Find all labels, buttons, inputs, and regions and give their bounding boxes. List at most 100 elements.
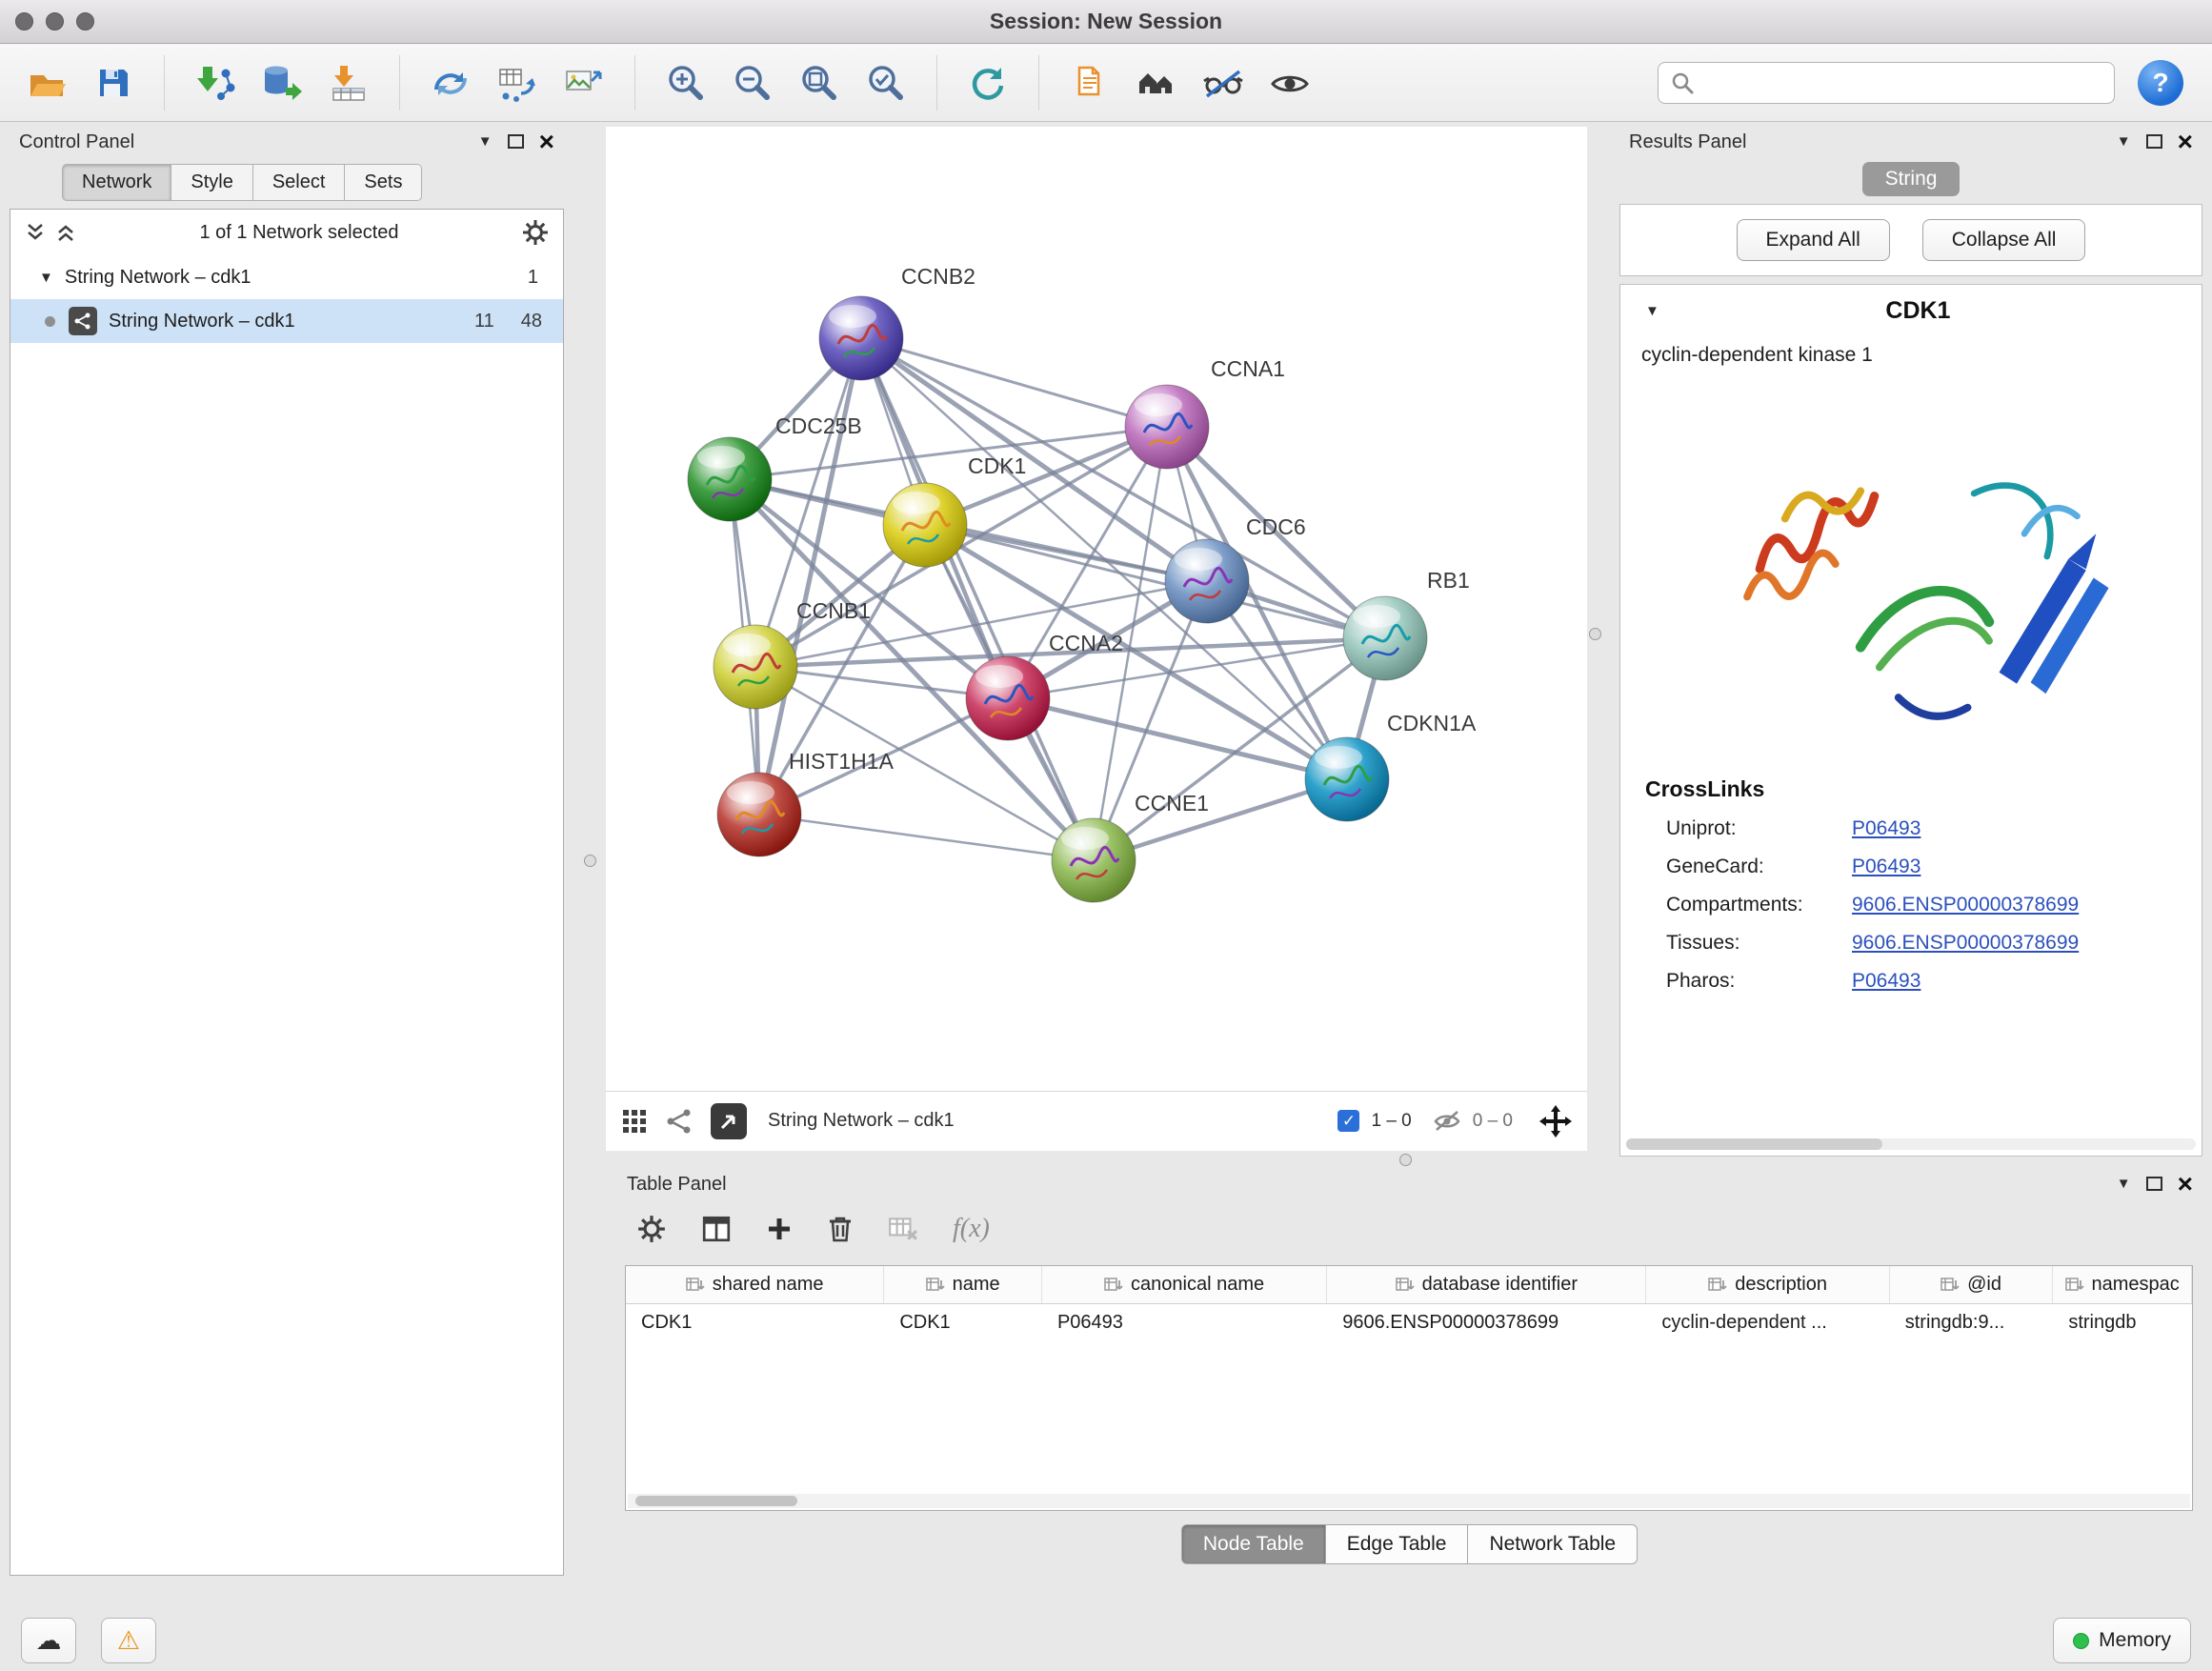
hidden-eye-icon[interactable] (1433, 1109, 1461, 1134)
close-panel-icon[interactable]: × (2178, 1174, 2193, 1195)
network-node-ccna1[interactable] (1125, 385, 1209, 469)
zoom-window-button[interactable] (76, 12, 94, 30)
zoom-selected-icon[interactable] (864, 61, 908, 105)
collapse-all-button[interactable]: Collapse All (1922, 219, 2086, 261)
network-edge[interactable] (759, 815, 1094, 860)
close-panel-icon[interactable]: × (539, 131, 554, 152)
tab-style[interactable]: Style (171, 164, 252, 201)
float-panel-icon[interactable] (2146, 134, 2162, 149)
network-node-ccne1[interactable] (1052, 818, 1136, 902)
open-in-string-button[interactable] (711, 1103, 747, 1139)
panel-menu-caret-icon[interactable]: ▼ (478, 134, 493, 149)
help-button[interactable]: ? (2138, 60, 2183, 106)
horizontal-scrollbar[interactable] (628, 1494, 2190, 1508)
gear-icon[interactable] (521, 218, 550, 247)
float-panel-icon[interactable] (508, 134, 524, 149)
save-session-icon[interactable] (91, 61, 135, 105)
column-header[interactable]: database identifier (1327, 1266, 1646, 1303)
apply-layout-icon[interactable] (966, 61, 1010, 105)
network-node-cdk1[interactable] (883, 483, 967, 567)
column-header[interactable]: canonical name (1042, 1266, 1327, 1303)
column-header[interactable]: description (1646, 1266, 1889, 1303)
warnings-button[interactable]: ⚠ (101, 1618, 156, 1663)
tab-network[interactable]: Network (62, 164, 171, 201)
import-network-file-icon[interactable] (193, 61, 237, 105)
table-cell[interactable]: P06493 (1042, 1304, 1327, 1344)
splitter-handle[interactable] (584, 855, 596, 867)
search-input[interactable] (1702, 71, 2102, 93)
network-row-selected[interactable]: String Network – cdk1 11 48 (10, 299, 563, 343)
column-header[interactable]: @id (1890, 1266, 2054, 1303)
show-all-eye-icon[interactable] (1268, 61, 1312, 105)
table-cell[interactable]: stringdb:9... (1890, 1304, 2054, 1344)
column-header[interactable]: name (884, 1266, 1042, 1303)
tab-string[interactable]: String (1862, 162, 1961, 196)
function-builder-button[interactable]: f(x) (953, 1214, 990, 1244)
crosslink-link[interactable]: 9606.ENSP00000378699 (1852, 932, 2079, 955)
export-image-icon[interactable] (562, 61, 606, 105)
open-session-icon[interactable] (25, 61, 69, 105)
cloud-services-button[interactable]: ☁ (21, 1618, 76, 1663)
network-node-ccnb2[interactable] (819, 296, 903, 380)
splitter-handle[interactable] (1399, 1154, 1412, 1166)
grid-view-icon[interactable] (621, 1108, 648, 1135)
horizontal-scrollbar[interactable] (1626, 1138, 2196, 1150)
network-edge[interactable] (861, 338, 1167, 427)
zoom-out-icon[interactable] (731, 61, 774, 105)
network-from-table-icon[interactable] (495, 61, 539, 105)
add-column-plus-icon[interactable] (766, 1216, 793, 1242)
network-canvas[interactable]: CCNB2CCNA1CDC25BCDK1CDC6RB1CCNB1CCNA2CDK… (606, 127, 1587, 1091)
tab-sets[interactable]: Sets (344, 164, 422, 201)
network-node-rb1[interactable] (1343, 596, 1427, 680)
import-network-database-icon[interactable] (260, 61, 304, 105)
close-window-button[interactable] (15, 12, 33, 30)
network-node-cdc25b[interactable] (688, 437, 772, 521)
table-cell[interactable]: 9606.ENSP00000378699 (1327, 1304, 1646, 1344)
column-header[interactable]: shared name (626, 1266, 884, 1303)
network-collection-row[interactable]: ▼ String Network – cdk1 1 (10, 255, 563, 299)
close-panel-icon[interactable]: × (2178, 131, 2193, 152)
expand-all-button[interactable]: Expand All (1737, 219, 1890, 261)
network-node-cdkn1a[interactable] (1305, 737, 1389, 821)
import-table-icon[interactable] (327, 61, 371, 105)
crosslink-link[interactable]: P06493 (1852, 970, 1920, 993)
tab-select[interactable]: Select (252, 164, 346, 201)
table-row[interactable]: CDK1 CDK1 P06493 9606.ENSP00000378699 cy… (626, 1304, 2192, 1344)
network-node-ccnb1[interactable] (714, 625, 797, 709)
tree-expand-caret-icon[interactable]: ▼ (39, 271, 53, 285)
zoom-fit-icon[interactable] (797, 61, 841, 105)
show-columns-icon[interactable] (701, 1214, 732, 1244)
panel-menu-caret-icon[interactable]: ▼ (2117, 134, 2131, 149)
fit-selected-crosshair-icon[interactable] (1539, 1105, 1572, 1137)
table-cell[interactable]: stringdb (2053, 1304, 2192, 1344)
selected-checkbox-icon[interactable]: ✓ (1337, 1110, 1359, 1132)
tab-edge-table[interactable]: Edge Table (1325, 1524, 1469, 1564)
network-edge[interactable] (861, 338, 1094, 860)
copy-document-icon[interactable] (1068, 61, 1112, 105)
table-cell[interactable]: CDK1 (884, 1304, 1042, 1344)
birds-eye-view-icon[interactable] (1135, 61, 1178, 105)
crosslink-link[interactable]: P06493 (1852, 817, 1920, 840)
tab-node-table[interactable]: Node Table (1181, 1524, 1326, 1564)
memory-button[interactable]: Memory (2053, 1618, 2191, 1663)
network-node-hist1h1a[interactable] (717, 773, 801, 856)
delete-column-trash-icon[interactable] (827, 1215, 854, 1243)
hide-selected-glasses-icon[interactable] (1201, 61, 1245, 105)
clone-network-icon[interactable] (429, 61, 473, 105)
tab-network-table[interactable]: Network Table (1467, 1524, 1638, 1564)
expand-all-icon[interactable] (54, 221, 77, 244)
column-header[interactable]: namespac (2053, 1266, 2192, 1303)
entry-collapse-caret-icon[interactable]: ▼ (1645, 304, 1659, 318)
table-cell[interactable]: cyclin-dependent ... (1646, 1304, 1889, 1344)
splitter-handle[interactable] (1589, 628, 1601, 640)
zoom-in-icon[interactable] (664, 61, 708, 105)
collapse-all-icon[interactable] (24, 221, 47, 244)
network-edge[interactable] (1008, 698, 1347, 779)
crosslink-link[interactable]: 9606.ENSP00000378699 (1852, 894, 2079, 916)
network-edge[interactable] (759, 338, 861, 815)
table-settings-gear-icon[interactable] (636, 1214, 667, 1244)
network-icon[interactable] (665, 1107, 694, 1136)
scrollbar-thumb[interactable] (635, 1496, 797, 1506)
minimize-window-button[interactable] (46, 12, 64, 30)
crosslink-link[interactable]: P06493 (1852, 856, 1920, 878)
